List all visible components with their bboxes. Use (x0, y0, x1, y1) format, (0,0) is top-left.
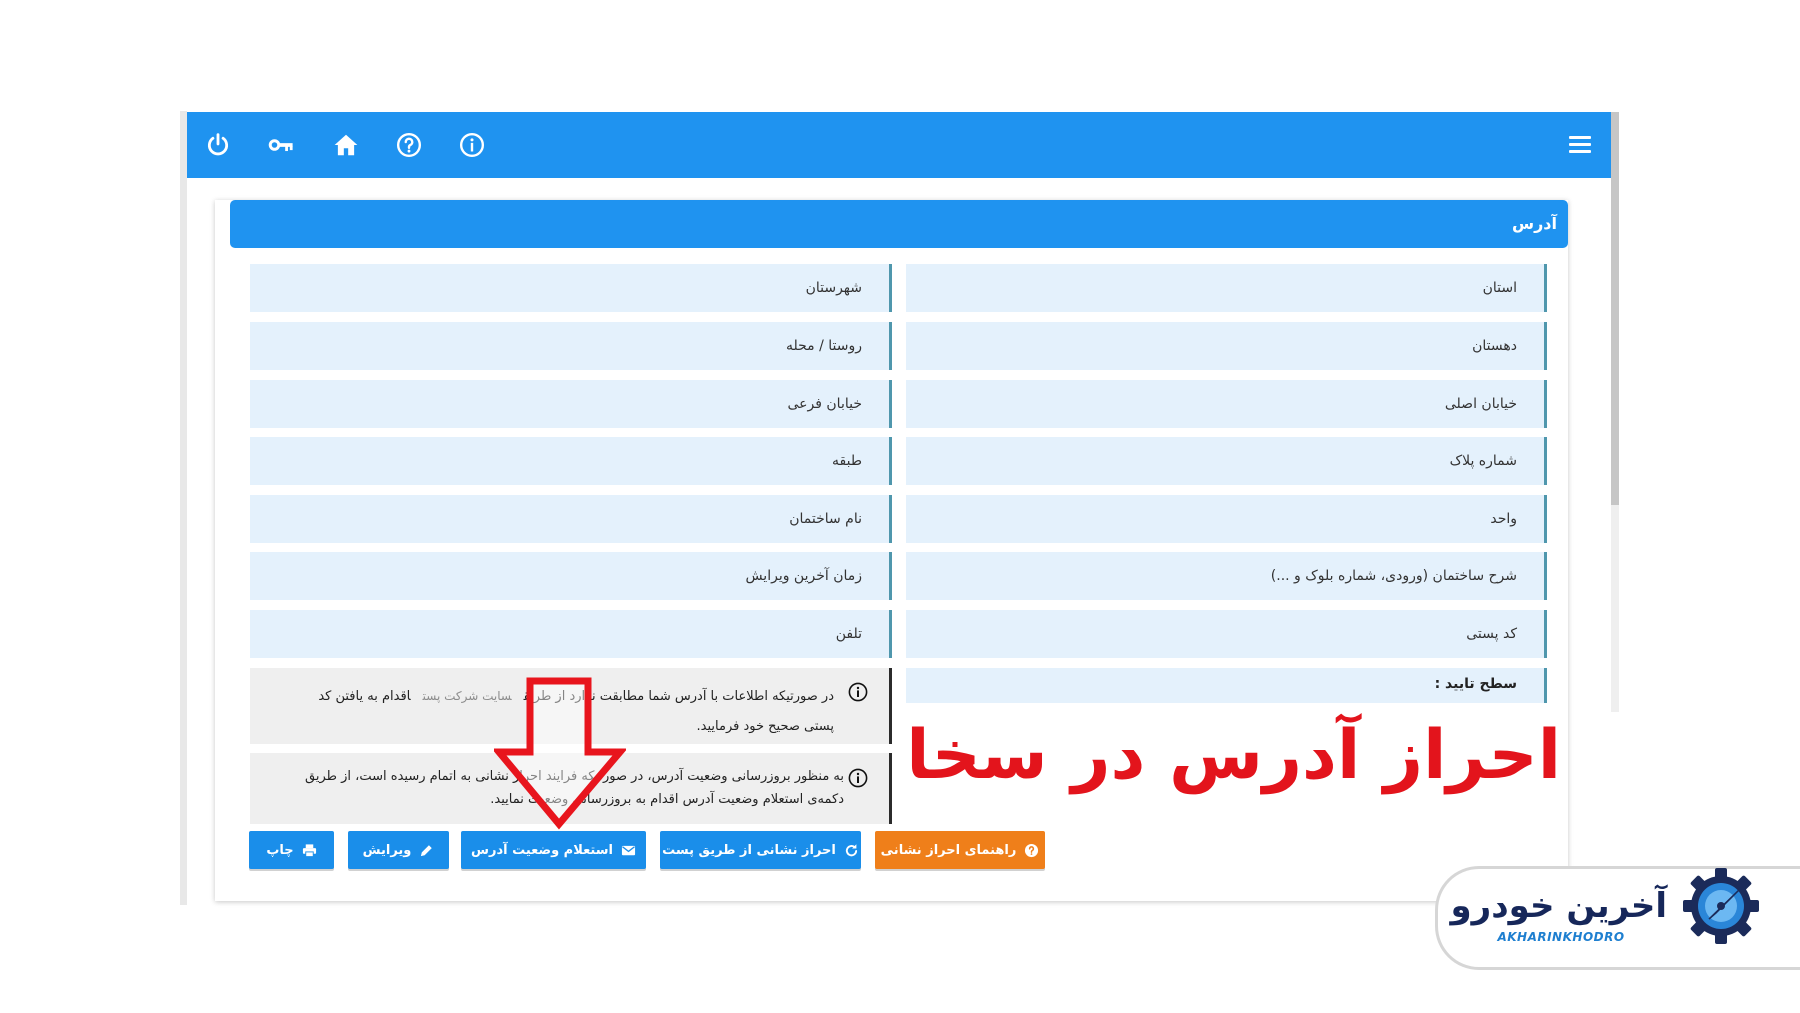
home-icon[interactable] (333, 132, 359, 158)
address-verification-guide-button[interactable]: راهنمای احراز نشانی (875, 831, 1045, 869)
headline: احراز آدرس در سخا (906, 716, 1561, 795)
print-button[interactable]: چاپ (249, 831, 334, 869)
info-icon[interactable] (459, 132, 485, 158)
scrollbar-thumb[interactable] (1611, 112, 1619, 505)
pencil-icon (419, 843, 434, 858)
button-label: راهنمای احراز نشانی (880, 842, 1017, 858)
edit-button[interactable]: ویرایش (348, 831, 449, 869)
key-icon[interactable] (268, 132, 294, 158)
down-arrow-icon (494, 677, 626, 830)
button-label: احراز نشانی از طریق پست (662, 842, 836, 858)
gear-speedometer-icon (1683, 868, 1759, 944)
field-province: استان (906, 264, 1547, 312)
card-title: آدرس (230, 200, 1568, 248)
field-plate-number: شماره پلاک (906, 437, 1547, 485)
field-side-street: خیابان فرعی (250, 380, 892, 428)
window-left-edge (180, 111, 187, 905)
field-county: شهرستان (250, 264, 892, 312)
field-rural-district: دهستان (906, 322, 1547, 370)
notice-text: اقدام به یافتن کد (318, 689, 411, 704)
envelope-icon (621, 843, 636, 858)
field-unit: واحد (906, 495, 1547, 543)
field-village-neighborhood: روستا / محله (250, 322, 892, 370)
field-phone: تلفن (250, 610, 892, 658)
hamburger-menu-icon[interactable] (1569, 136, 1591, 154)
printer-icon (302, 843, 317, 858)
field-floor: طبقه (250, 437, 892, 485)
logo-wordmark-en: AKHARINKHODRO (1497, 930, 1625, 944)
field-postal-code: کد پستی (906, 610, 1547, 658)
info-circle-icon (848, 768, 868, 788)
help-icon[interactable] (396, 132, 422, 158)
help-circle-icon (1024, 843, 1039, 858)
address-status-inquiry-button[interactable]: استعلام وضعیت آدرس (461, 831, 646, 869)
button-label: استعلام وضعیت آدرس (471, 842, 613, 858)
button-label: ویرایش (362, 842, 412, 858)
field-building-name: نام ساختمان (250, 495, 892, 543)
verify-by-post-button[interactable]: احراز نشانی از طریق پست (660, 831, 861, 869)
field-building-description: شرح ساختمان (ورودی، شماره بلوک و ...) (906, 552, 1547, 600)
info-circle-icon (848, 682, 868, 702)
logo-wordmark-fa: آخرین خودرو (1450, 886, 1667, 926)
power-icon[interactable] (205, 132, 231, 158)
field-last-edit-time: زمان آخرین ویرایش (250, 552, 892, 600)
button-label: چاپ (266, 842, 294, 858)
field-main-street: خیابان اصلی (906, 380, 1547, 428)
field-verification-level: سطح تایید : (906, 668, 1547, 703)
refresh-icon (844, 843, 859, 858)
